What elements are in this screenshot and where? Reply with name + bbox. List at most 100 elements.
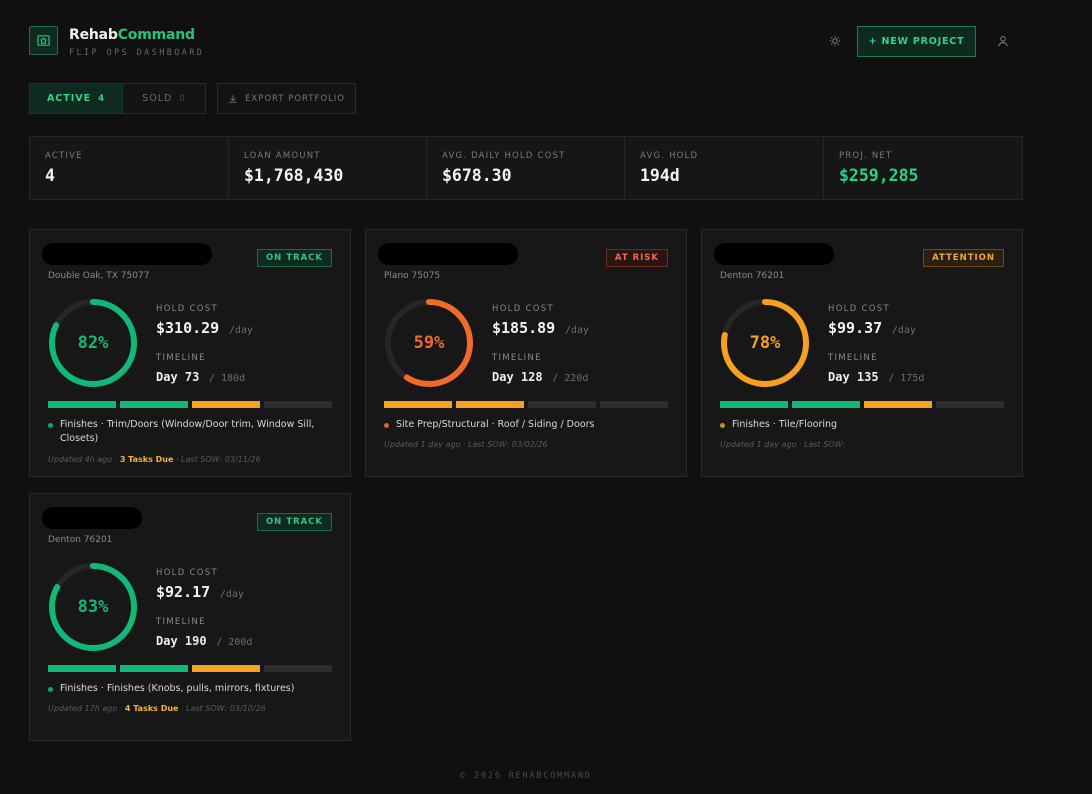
status-badge: ON TRACK — [256, 513, 332, 531]
timeline-day: Day 135 — [828, 370, 879, 384]
hold-cost-label: HOLD COST — [492, 304, 554, 314]
hold-cost-label: HOLD COST — [156, 568, 218, 578]
tab-sold[interactable]: SOLD 0 — [123, 83, 206, 114]
phase-segment-2 — [120, 401, 188, 408]
timeline-day: Day 128 — [492, 370, 543, 384]
new-project-button[interactable]: + NEW PROJECT — [857, 26, 976, 57]
timeline-value: Day 128 / 220d — [492, 366, 588, 385]
phase-dot — [48, 687, 53, 692]
timeline-total: / 175d — [888, 373, 925, 384]
progress-percent: 83% — [77, 597, 109, 617]
user-menu-button[interactable] — [996, 34, 1010, 48]
hold-cost-amount: $185.89 — [492, 319, 556, 337]
timeline-value: Day 73 / 180d — [156, 366, 245, 385]
phase-text: Finishes · Finishes (Knobs, pulls, mirro… — [60, 683, 295, 694]
stat-label: ACTIVE — [45, 151, 83, 161]
updated-text: Updated 17h ago · — [48, 704, 125, 713]
phase-text: Site Prep/Structural · Roof / Siding / D… — [396, 419, 595, 430]
phase-segment-1 — [48, 401, 116, 408]
phase-text: Finishes · Tile/Flooring — [732, 419, 838, 430]
project-address: Double Oak, TX 75077 — [48, 271, 150, 281]
stat-loan-amount: LOAN AMOUNT $1,768,430 — [229, 137, 427, 199]
tab-active[interactable]: ACTIVE 4 — [29, 83, 123, 114]
phase-dot — [720, 423, 725, 428]
phase-segment-1 — [720, 401, 788, 408]
brand-part-command: Command — [117, 27, 195, 43]
update-info: Updated 4h ago · 3 Tasks Due · Last SOW:… — [48, 455, 261, 464]
phase-segment-3 — [864, 401, 932, 408]
hold-cost-value: $99.37 /day — [828, 318, 916, 337]
hold-cost-amount: $92.17 — [156, 583, 211, 601]
phase-text: Finishes · Trim/Doors (Window/Door trim,… — [60, 419, 315, 444]
export-portfolio-label: EXPORT PORTFOLIO — [245, 93, 345, 104]
timeline-value: Day 135 / 175d — [828, 366, 924, 385]
update-info: Updated 1 day ago · Last SOW: 03/02/26 — [384, 440, 548, 449]
tab-active-count: 4 — [98, 93, 106, 104]
project-card-1[interactable]: ON TRACK Double Oak, TX 75077 82% HOLD C… — [29, 229, 351, 477]
app-header: RehabCommand FLIP OPS DASHBOARD + NEW PR… — [29, 26, 1029, 66]
current-phase: Finishes · Trim/Doors (Window/Door trim,… — [48, 418, 332, 446]
phase-segment-1 — [384, 401, 452, 408]
stat-avg-hold: AVG. HOLD 194d — [625, 137, 824, 199]
user-icon — [998, 36, 1008, 47]
timeline-label: TIMELINE — [156, 353, 206, 363]
download-icon — [229, 94, 237, 103]
timeline-total: / 220d — [552, 373, 589, 384]
phase-segment-3 — [528, 401, 596, 408]
hold-cost-amount: $310.29 — [156, 319, 220, 337]
stat-projected-net: PROJ. NET $259,285 — [824, 137, 1022, 199]
hold-cost-value: $310.29 /day — [156, 318, 253, 337]
project-address: Denton 76201 — [720, 271, 785, 281]
timeline-day: Day 190 — [156, 634, 207, 648]
hold-cost-label: HOLD COST — [828, 304, 890, 314]
theme-toggle-button[interactable] — [828, 34, 842, 48]
stat-label: AVG. HOLD — [640, 151, 699, 161]
stat-value: 194d — [640, 166, 680, 185]
project-address: Plano 75075 — [384, 271, 441, 281]
tab-sold-label: SOLD — [142, 93, 173, 104]
brand-tagline: FLIP OPS DASHBOARD — [69, 48, 205, 58]
project-card-3[interactable]: ATTENTION Denton 76201 78% HOLD COST $99… — [701, 229, 1023, 477]
brand-name: RehabCommand — [69, 27, 195, 43]
current-phase: Finishes · Tile/Flooring — [720, 418, 1004, 432]
phase-progress-bar — [48, 665, 332, 672]
progress-percent: 82% — [77, 333, 109, 353]
updated-text: Updated 1 day ago · Last SOW: 03/02/26 — [384, 440, 548, 449]
timeline-value: Day 190 / 200d — [156, 630, 252, 649]
phase-dot — [48, 423, 53, 428]
redacted-project-name — [42, 507, 142, 529]
portfolio-stats: ACTIVE 4 LOAN AMOUNT $1,768,430 AVG. DAI… — [29, 136, 1023, 200]
export-portfolio-button[interactable]: EXPORT PORTFOLIO — [217, 83, 356, 114]
phase-dot — [384, 423, 389, 428]
last-sow-text: · Last SOW: 03/10/26 — [178, 704, 266, 713]
timeline-label: TIMELINE — [492, 353, 542, 363]
project-card-4[interactable]: ON TRACK Denton 76201 83% HOLD COST $92.… — [29, 493, 351, 741]
hold-cost-unit: /day — [564, 325, 589, 336]
updated-text: Updated 4h ago · — [48, 455, 120, 464]
timeline-label: TIMELINE — [828, 353, 878, 363]
hold-cost-unit: /day — [228, 325, 253, 336]
hold-cost-value: $92.17 /day — [156, 582, 244, 601]
brand-part-rehab: Rehab — [69, 27, 118, 43]
tab-active-label: ACTIVE — [46, 93, 92, 104]
project-card-2[interactable]: AT RISK Plano 75075 59% HOLD COST $185.8… — [365, 229, 687, 477]
tasks-due[interactable]: 4 Tasks Due — [125, 704, 179, 713]
stat-value: $678.30 — [442, 166, 512, 185]
stat-avg-daily-hold-cost: AVG. DAILY HOLD COST $678.30 — [427, 137, 625, 199]
stat-value: $259,285 — [839, 166, 919, 185]
update-info: Updated 1 day ago · Last SOW: — [720, 440, 845, 449]
phase-segment-2 — [120, 665, 188, 672]
timeline-day: Day 73 — [156, 370, 200, 384]
phase-segment-3 — [192, 665, 260, 672]
stat-active: ACTIVE 4 — [30, 137, 229, 199]
phase-progress-bar — [384, 401, 668, 408]
timeline-total: / 180d — [209, 373, 246, 384]
tasks-due[interactable]: 3 Tasks Due — [120, 455, 174, 464]
hold-cost-label: HOLD COST — [156, 304, 218, 314]
status-badge: ON TRACK — [256, 249, 332, 267]
phase-segment-4 — [936, 401, 1004, 408]
tab-sold-count: 0 — [179, 93, 186, 104]
phase-segment-2 — [456, 401, 524, 408]
footer-copyright: © 2026 REHABCOMMAND — [460, 771, 592, 781]
progress-percent: 59% — [413, 333, 445, 353]
